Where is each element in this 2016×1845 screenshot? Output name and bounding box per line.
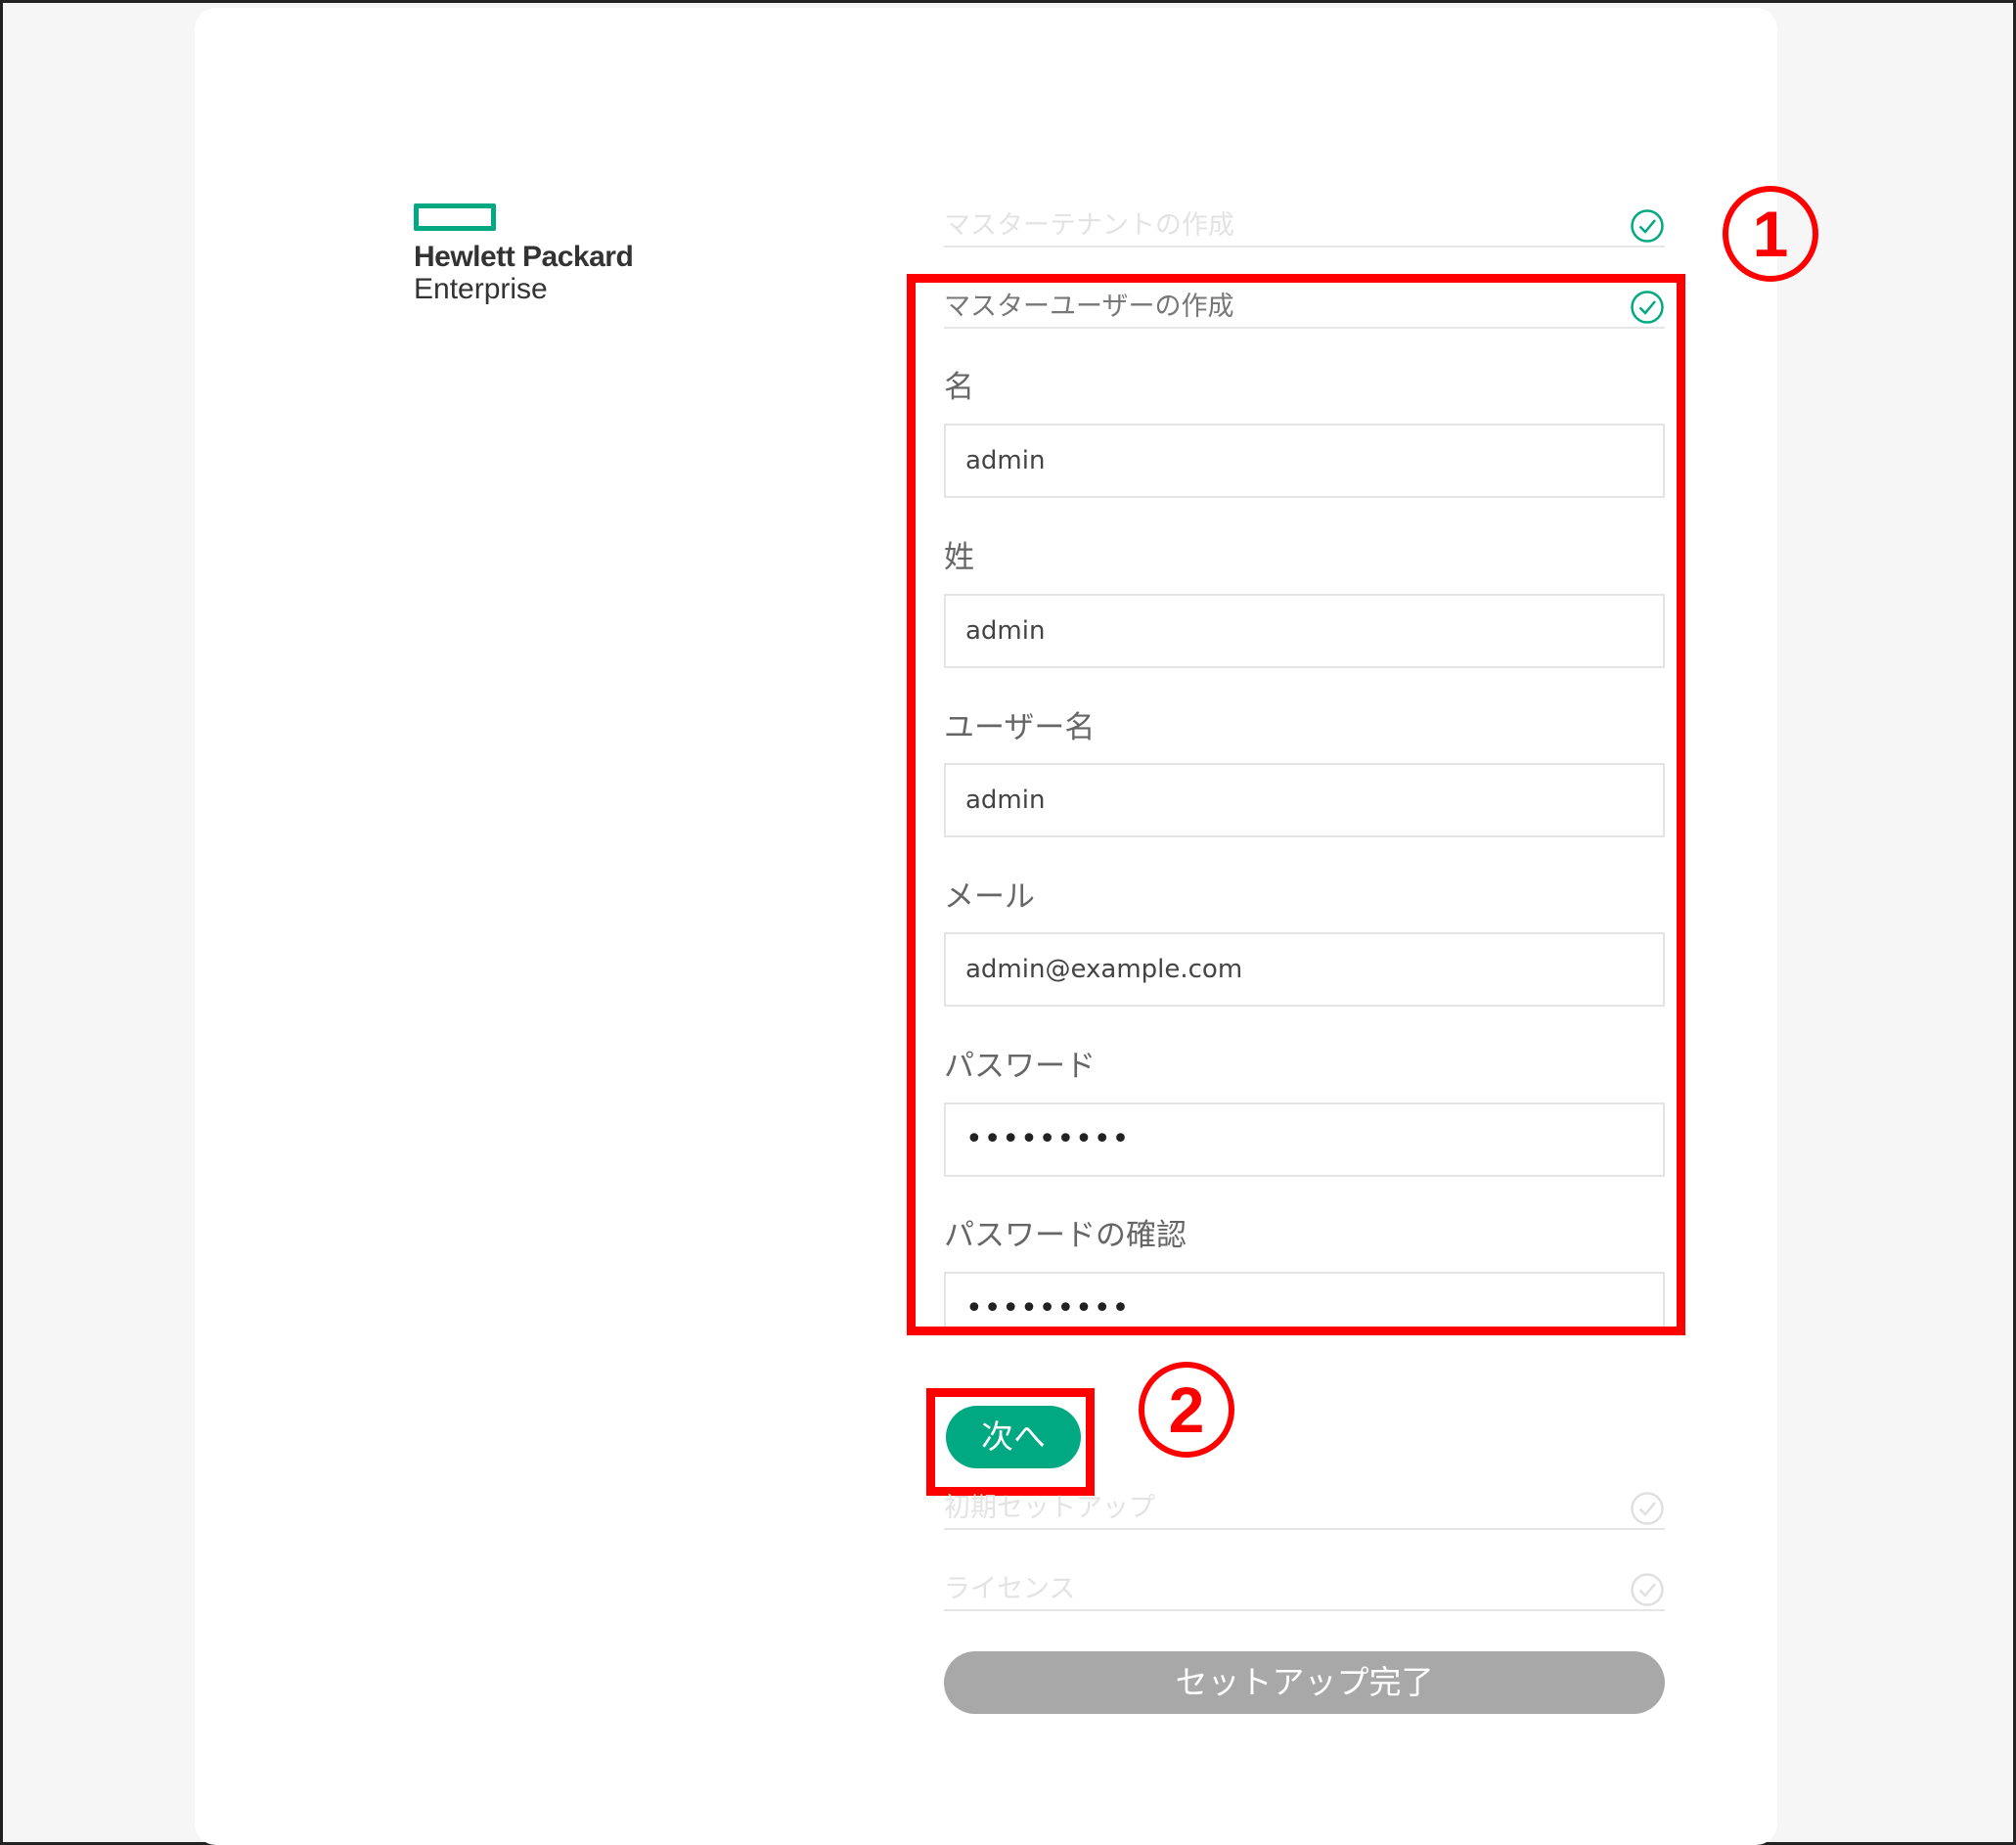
logo-line2: Enterprise [414, 273, 548, 305]
check-circle-icon [1631, 209, 1664, 243]
step-title-initial-setup: 初期セットアップ [944, 1493, 1155, 1523]
annotation-two: 2 [1139, 1362, 1234, 1458]
finish-setup-button[interactable]: セットアップ完了 [944, 1651, 1665, 1714]
annotation-one: 1 [1723, 186, 1818, 282]
step-title-license: ライセンス [944, 1574, 1076, 1604]
hpe-logo: Hewlett Packard Enterprise [414, 203, 634, 305]
step-initial-setup[interactable]: 初期セットアップ [944, 1489, 1665, 1530]
hpe-logo-element-icon [414, 203, 496, 231]
check-circle-icon [1631, 1492, 1664, 1525]
highlight-box-next [926, 1388, 1095, 1496]
step-license[interactable]: ライセンス [944, 1570, 1665, 1611]
step-title-tenant: マスターテナントの作成 [944, 210, 1234, 241]
logo-line1: Hewlett Packard [414, 241, 634, 273]
check-circle-icon [1631, 1573, 1664, 1606]
step-master-tenant[interactable]: マスターテナントの作成 [944, 206, 1665, 248]
highlight-box-form [907, 274, 1685, 1335]
